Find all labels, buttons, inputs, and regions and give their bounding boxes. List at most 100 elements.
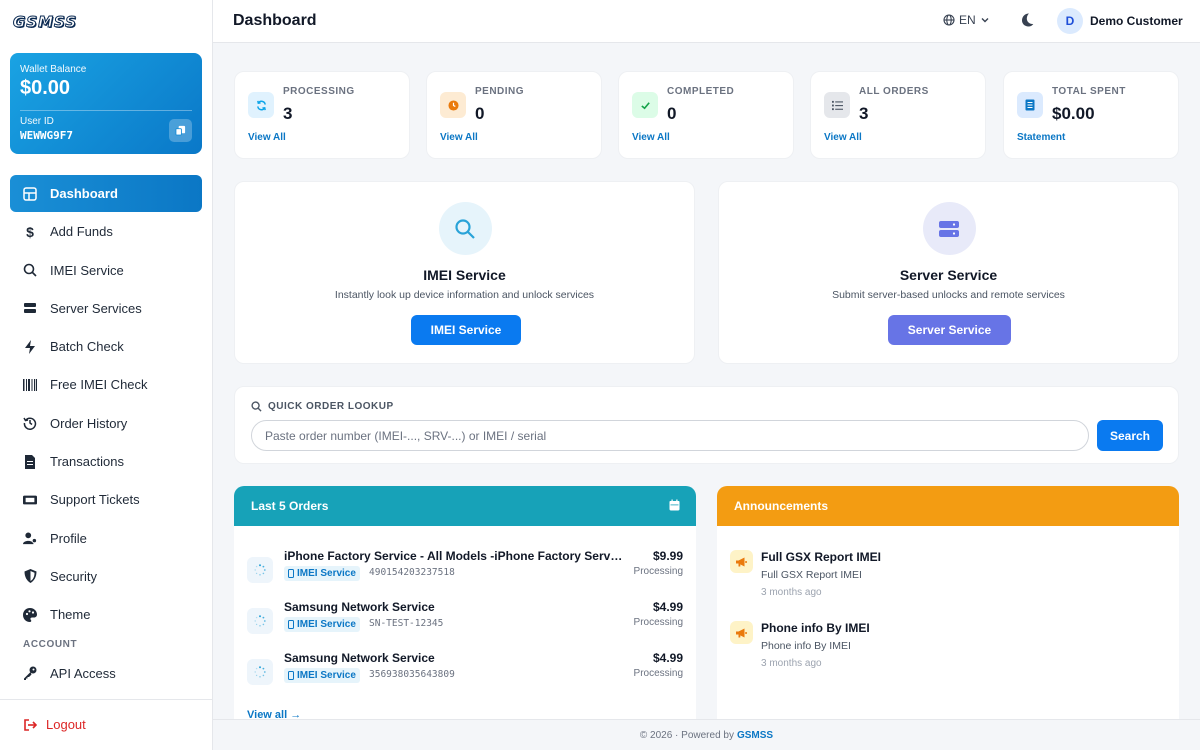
order-name: Samsung Network Service <box>284 600 435 614</box>
logout-button[interactable]: Logout <box>23 717 86 732</box>
announcement-time: 3 months ago <box>761 658 822 669</box>
announcement-description: Full GSX Report IMEI <box>761 569 862 581</box>
server-icon <box>922 202 976 255</box>
sidebar-nav: Dashboard $ Add Funds IMEI Service Serve… <box>10 175 202 693</box>
footer-brand-link[interactable]: GSMSS <box>737 730 773 741</box>
copy-icon <box>175 125 186 136</box>
sidebar-item-free-imei-check[interactable]: Free IMEI Check <box>10 366 202 403</box>
barcode-icon <box>23 378 37 392</box>
imei-service-card: IMEI Service Instantly look up device in… <box>234 181 695 364</box>
search-button[interactable]: Search <box>1097 420 1163 451</box>
list-icon <box>824 92 850 118</box>
order-service-tag-label: IMEI Service <box>297 670 356 681</box>
sidebar-item-dashboard[interactable]: Dashboard <box>10 175 202 212</box>
brand-logo[interactable]: GSMSS <box>12 13 77 32</box>
sidebar-item-theme[interactable]: Theme <box>10 596 202 633</box>
wallet-balance-label: Wallet Balance <box>20 64 87 75</box>
copy-user-id-button[interactable] <box>169 119 192 142</box>
avatar[interactable]: D <box>1057 8 1083 34</box>
order-row[interactable]: iPhone Factory Service - All Models -iPh… <box>247 548 683 588</box>
sidebar-item-server-services[interactable]: Server Services <box>10 290 202 327</box>
server-service-button[interactable]: Server Service <box>888 315 1011 345</box>
stat-card-pending: PENDING 0 View All <box>426 71 602 159</box>
language-selector[interactable]: EN <box>943 13 990 27</box>
user-cog-icon <box>23 531 37 545</box>
dark-mode-toggle[interactable] <box>1021 13 1034 32</box>
stat-card-total-spent: TOTAL SPENT $0.00 Statement <box>1003 71 1179 159</box>
stat-label: ALL ORDERS <box>859 86 929 97</box>
sidebar-item-label: Dashboard <box>50 186 118 201</box>
sidebar-item-api-access[interactable]: API Access <box>10 655 202 692</box>
user-id-value: WEWWG9F7 <box>20 129 73 142</box>
sidebar: GSMSS Wallet Balance $0.00 User ID WEWWG… <box>0 0 213 750</box>
stat-card-processing: PROCESSING 3 View All <box>234 71 410 159</box>
order-row[interactable]: Samsung Network Service IMEI Service 356… <box>247 650 683 690</box>
moon-icon <box>1022 13 1034 27</box>
chevron-down-icon <box>981 18 989 23</box>
last-orders-panel: Last 5 Orders iPhone Factory Service - A… <box>234 486 696 726</box>
lookup-heading: QUICK ORDER LOOKUP <box>251 401 394 412</box>
sidebar-item-imei-service[interactable]: IMEI Service <box>10 252 202 289</box>
sidebar-item-label: Support Tickets <box>50 492 140 508</box>
user-name[interactable]: Demo Customer <box>1090 14 1183 28</box>
stat-label: TOTAL SPENT <box>1052 86 1126 97</box>
announcement-item[interactable]: Full GSX Report IMEI Full GSX Report IME… <box>730 550 1160 605</box>
sidebar-item-add-funds[interactable]: $ Add Funds <box>10 213 202 250</box>
sidebar-item-label: API Access <box>50 665 116 681</box>
server-service-description: Submit server-based unlocks and remote s… <box>832 289 1065 301</box>
view-all-orders-link[interactable]: View All <box>824 132 862 143</box>
order-price: $4.99 <box>652 600 683 614</box>
search-icon <box>23 263 37 277</box>
receipt-icon <box>1017 92 1043 118</box>
statement-link[interactable]: Statement <box>1017 132 1065 143</box>
sidebar-item-support-tickets[interactable]: Support Tickets <box>10 481 202 518</box>
stat-value: 3 <box>859 104 869 123</box>
order-imei: 356938035643809 <box>369 669 455 680</box>
order-lookup-input[interactable] <box>251 420 1089 451</box>
stat-value: 3 <box>283 104 293 123</box>
server-service-title: Server Service <box>899 267 998 283</box>
calendar-icon <box>669 499 680 511</box>
bolt-icon <box>23 339 37 354</box>
shield-icon <box>23 569 37 584</box>
stat-card-all-orders: ALL ORDERS 3 View All <box>810 71 986 159</box>
view-all-completed-link[interactable]: View All <box>632 132 670 143</box>
spinner-icon <box>247 608 273 634</box>
megaphone-icon <box>730 621 753 644</box>
logout-icon <box>23 718 37 731</box>
imei-service-button[interactable]: IMEI Service <box>411 315 521 345</box>
sidebar-item-label: Server Services <box>50 300 142 316</box>
sidebar-item-order-history[interactable]: Order History <box>10 405 202 442</box>
order-imei: SN-TEST-12345 <box>369 618 444 629</box>
globe-icon <box>943 14 955 26</box>
sidebar-item-batch-check[interactable]: Batch Check <box>10 328 202 365</box>
announcement-time: 3 months ago <box>761 587 822 598</box>
stat-value: $0.00 <box>1052 104 1095 123</box>
order-price: $9.99 <box>652 549 683 563</box>
sidebar-item-transactions[interactable]: Transactions <box>10 443 202 480</box>
order-row[interactable]: Samsung Network Service IMEI Service SN-… <box>247 599 683 639</box>
check-icon <box>632 92 658 118</box>
announcement-item[interactable]: Phone info By IMEI Phone info By IMEI 3 … <box>730 621 1160 676</box>
order-imei: 490154203237518 <box>369 567 455 578</box>
sidebar-item-label: Add Funds <box>50 224 113 240</box>
server-icon <box>23 301 37 315</box>
mobile-icon <box>288 569 294 578</box>
announcements-header: Announcements <box>717 486 1179 526</box>
sidebar-item-security[interactable]: Security <box>10 558 202 595</box>
sidebar-item-label: Theme <box>50 607 91 623</box>
language-label: EN <box>959 13 976 27</box>
sidebar-item-label: IMEI Service <box>50 262 124 278</box>
clock-icon <box>440 92 466 118</box>
page-title: Dashboard <box>233 12 317 29</box>
announcement-title: Phone info By IMEI <box>761 621 870 635</box>
sidebar-item-profile[interactable]: Profile <box>10 520 202 557</box>
view-all-processing-link[interactable]: View All <box>248 132 286 143</box>
imei-service-description: Instantly look up device information and… <box>334 289 595 301</box>
file-icon <box>23 454 37 469</box>
order-name: Samsung Network Service <box>284 651 435 665</box>
wallet-card: Wallet Balance $0.00 User ID WEWWG9F7 <box>10 53 202 154</box>
search-icon <box>438 202 492 255</box>
view-all-pending-link[interactable]: View All <box>440 132 478 143</box>
sidebar-divider <box>0 699 212 700</box>
